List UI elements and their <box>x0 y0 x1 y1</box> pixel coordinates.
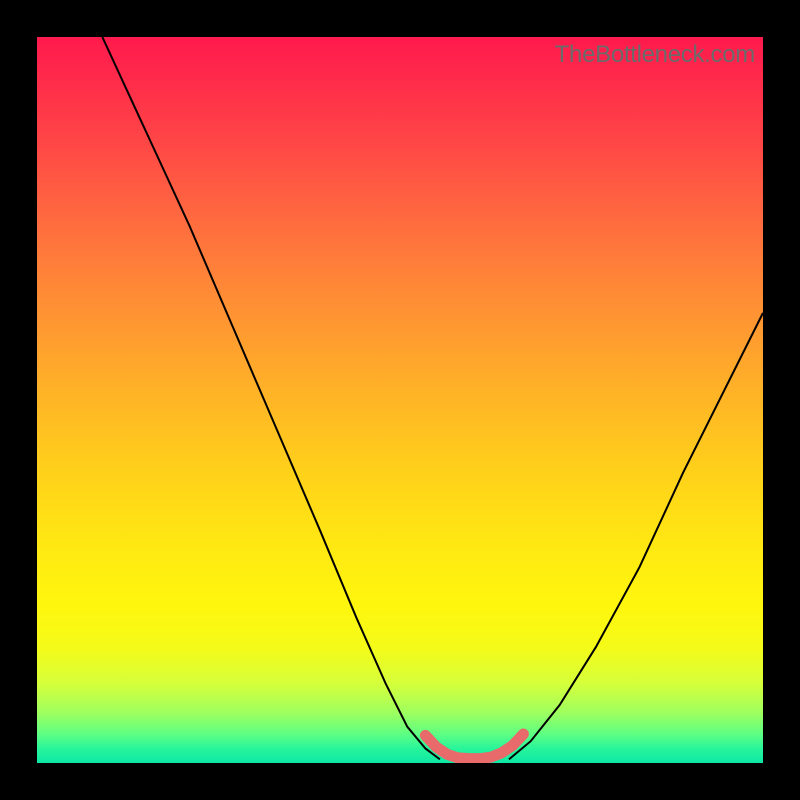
valley-floor-line <box>425 734 523 759</box>
watermark-text: TheBottleneck.com <box>555 41 755 69</box>
left-arm-line <box>102 37 440 759</box>
curve-layer <box>37 37 763 763</box>
right-arm-line <box>509 313 763 759</box>
outer-frame: TheBottleneck.com <box>0 0 800 800</box>
plot-area: TheBottleneck.com <box>37 37 763 763</box>
